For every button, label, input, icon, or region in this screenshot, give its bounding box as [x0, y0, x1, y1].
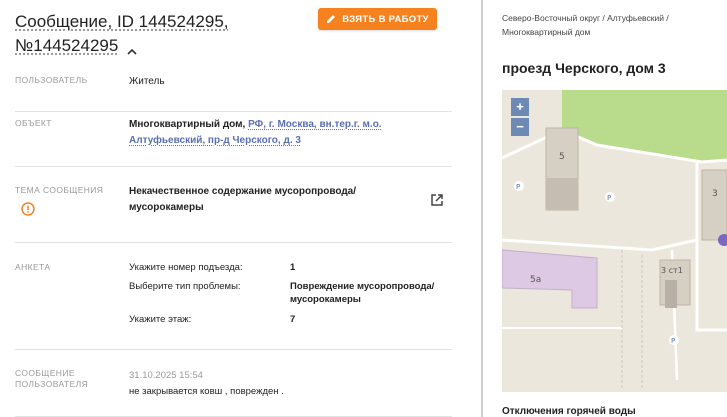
- user-label: ПОЛЬЗОВАТЕЛЬ: [15, 75, 88, 85]
- object-label: ОБЪЕКТ: [15, 118, 52, 128]
- take-to-work-label: ВЗЯТЬ В РАБОТУ: [342, 13, 429, 25]
- breadcrumb-line-1: Северо-Восточный округ / Алтуфьевский /: [502, 13, 669, 23]
- map-road: [502, 238, 698, 252]
- object-value: Многоквартирный дом, РФ, г. Москва, вн.т…: [129, 117, 429, 149]
- topic-value: Некачественное содержание мусоропровода/…: [129, 184, 389, 216]
- survey-question-2: Выберите тип проблемы:: [129, 281, 241, 292]
- survey-answer-2-line-2: мусорокамеры: [290, 294, 361, 305]
- survey-answer-1: 1: [290, 262, 296, 273]
- location-panel: Северо-Восточный округ / Алтуфьевский / …: [483, 0, 727, 417]
- object-type: Многоквартирный дом,: [129, 119, 246, 130]
- map[interactable]: 5 3 5а 3 ст1 P P P + −: [502, 90, 727, 392]
- survey-question-3: Укажите этаж:: [129, 314, 192, 325]
- topic-line-2: мусорокамеры: [129, 202, 204, 213]
- pencil-icon: [327, 15, 336, 23]
- chevron-up-icon[interactable]: [126, 41, 138, 55]
- building-5a-label: 5а: [530, 275, 541, 285]
- topic-line-1: Некачественное содержание мусоропровода/: [129, 186, 357, 197]
- object-link-part-2[interactable]: Алтуфьевский, пр-д Черского, д. 3: [129, 135, 301, 146]
- message-panel: Сообщение, ID 144524295, №144524295 ВЗЯТ…: [0, 0, 470, 417]
- building-3: [701, 169, 727, 241]
- survey-answer-3: 7: [290, 314, 296, 325]
- breadcrumb-line-2: Многоквартирный дом: [502, 27, 591, 37]
- survey-answer-2-line-1: Повреждение мусоропровода/: [290, 281, 435, 292]
- survey-row: АНКЕТА Укажите номер подъезда: 1 Выберит…: [15, 243, 452, 350]
- parking-label: P: [516, 183, 520, 191]
- message-label-line-2: ПОЛЬЗОВАТЕЛЯ: [15, 379, 89, 389]
- object-row: ОБЪЕКТ Многоквартирный дом, РФ, г. Москв…: [15, 112, 452, 167]
- breadcrumb: Северо-Восточный округ / Алтуфьевский / …: [502, 11, 722, 39]
- building-5a: [502, 249, 598, 309]
- map-canvas: 5 3 5а 3 ст1 P P P: [502, 90, 727, 390]
- message-date: 31.10.2025 15:54: [129, 370, 203, 381]
- building-3st1-label: 3 ст1: [661, 266, 683, 275]
- title-line-2: №144524295: [15, 36, 119, 55]
- message-label-line-1: СООБЩЕНИЕ: [15, 368, 75, 378]
- zoom-out-icon[interactable]: −: [511, 118, 529, 136]
- zoom-controls: + −: [511, 98, 529, 136]
- parking-label: P: [607, 194, 611, 202]
- message-text: не закрывается ковш , поврежден .: [129, 386, 284, 397]
- survey-answer-2: Повреждение мусоропровода/ мусорокамеры: [290, 280, 455, 306]
- message-label: СООБЩЕНИЕ ПОЛЬЗОВАТЕЛЯ: [15, 368, 88, 390]
- take-to-work-button[interactable]: ВЗЯТЬ В РАБОТУ: [318, 8, 437, 30]
- building-3-label: 3: [712, 189, 718, 199]
- hot-water-outages-heading: Отключения горячей воды: [502, 406, 636, 417]
- object-link-part-1[interactable]: РФ, г. Москва, вн.тер.г. м.о.: [248, 119, 381, 130]
- survey-question-1: Укажите номер подъезда:: [129, 262, 243, 273]
- building-3st1-shade: [665, 280, 677, 308]
- message-row: СООБЩЕНИЕ ПОЛЬЗОВАТЕЛЯ 31.10.2025 15:54 …: [15, 350, 452, 417]
- topic-row: ТЕМА СООБЩЕНИЯ Некачественное содержание…: [15, 167, 452, 243]
- user-value: Житель: [129, 76, 165, 87]
- zoom-in-icon[interactable]: +: [511, 98, 529, 116]
- parking-label: P: [671, 337, 675, 345]
- building-5-label: 5: [559, 152, 565, 162]
- building-5-shade: [546, 178, 578, 210]
- survey-label: АНКЕТА: [15, 262, 51, 272]
- topic-label: ТЕМА СООБЩЕНИЯ: [15, 185, 104, 195]
- address-title: проезд Черского, дом 3: [502, 60, 666, 76]
- user-row: ПОЛЬЗОВАТЕЛЬ Житель: [15, 68, 452, 112]
- title-line-1: Сообщение, ID 144524295,: [15, 12, 229, 31]
- warning-circle-icon: [21, 202, 35, 216]
- external-link-icon[interactable]: [430, 193, 444, 207]
- page-title: Сообщение, ID 144524295, №144524295: [15, 10, 315, 58]
